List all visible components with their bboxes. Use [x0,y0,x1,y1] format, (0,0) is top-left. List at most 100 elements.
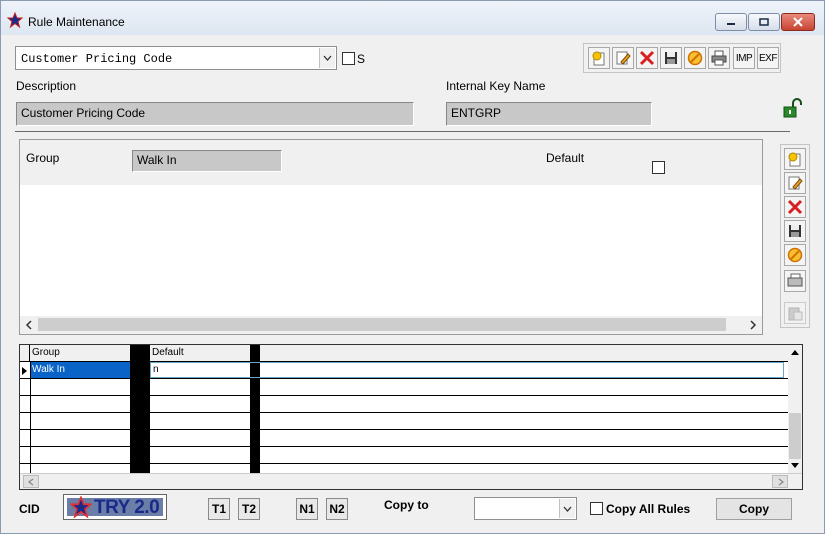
title-bar[interactable]: Rule Maintenance [1,1,824,35]
cid-label: CID [19,502,40,516]
rule-select-value: Customer Pricing Code [21,52,173,66]
export-button[interactable]: EXF [757,47,779,69]
detail-group-field[interactable]: Walk In [132,150,282,172]
current-row-icon [22,367,27,375]
table-row[interactable] [20,379,788,396]
detail-copy-button[interactable] [784,270,806,292]
new-icon [788,152,801,167]
scroll-down-icon[interactable] [790,462,800,470]
save-icon [665,52,677,64]
logo: TRY 2.0 [63,494,167,520]
maximize-button[interactable] [748,13,780,31]
delete-icon [639,50,655,66]
delete-record-button[interactable] [636,47,658,69]
edit-icon [788,176,803,190]
detail-cancel-button[interactable] [784,244,806,266]
n2-button[interactable]: N2 [326,498,348,520]
detail-panel: Group Walk In Default [19,139,763,335]
table-row[interactable] [20,430,788,447]
paste-icon [788,307,803,321]
table-row[interactable]: Walk In n [20,362,788,379]
star-logo-icon [70,496,92,518]
grid-vscroll-thumb[interactable] [789,413,801,459]
rule-select-dropdown[interactable] [319,48,335,68]
s-checkbox[interactable] [342,52,355,65]
t2-button[interactable]: T2 [238,498,260,520]
t1-button[interactable]: T1 [208,498,230,520]
grid-hscroll-right[interactable] [772,475,788,488]
new-record-button[interactable] [588,47,610,69]
copy-all-rules-checkbox[interactable] [590,502,603,515]
star-app-icon [7,12,23,28]
grid-row-indicator-header [20,345,30,362]
edit-icon [616,51,631,65]
detail-group-label: Group [26,151,60,165]
copy-all-rules-label: Copy All Rules [606,502,691,516]
new-icon [592,51,605,66]
copy-to-label: Copy to [384,498,429,512]
cancel-icon [787,247,803,263]
rule-maintenance-window: Rule Maintenance Customer Pricing Code S [0,0,825,534]
detail-hscrollbar[interactable] [20,316,762,334]
table-row[interactable] [20,396,788,413]
grid-col-default[interactable]: Default [152,347,184,358]
scroll-right-icon[interactable] [748,320,758,330]
export-label: EXF [759,52,777,64]
detail-new-button[interactable] [784,148,806,170]
edit-record-button[interactable] [612,47,634,69]
logo-text: TRY 2.0 [94,497,160,518]
detail-delete-button[interactable] [784,196,806,218]
copy-to-select[interactable] [474,497,577,520]
s-checkbox-label: S [357,52,366,66]
save-record-button[interactable] [660,47,682,69]
chevron-down-icon [563,506,572,512]
minimize-button[interactable] [715,13,747,31]
n1-button[interactable]: N1 [296,498,318,520]
scroll-up-icon[interactable] [790,348,800,356]
copy-icon [787,273,803,287]
chevron-down-icon [323,55,332,61]
scroll-left-icon[interactable] [24,320,34,330]
grid-vscrollbar[interactable] [788,345,802,473]
table-row[interactable] [20,447,788,464]
grid-indicator-divider [30,362,31,473]
rules-grid: Group Default Walk In n [19,344,803,490]
cancel-icon [687,50,703,66]
copy-to-dropdown[interactable] [559,499,575,518]
grid-cell-default[interactable]: n [150,362,784,378]
import-button[interactable]: IMP [733,47,755,69]
close-icon [793,17,803,27]
internal-key-field[interactable]: ENTGRP [446,102,652,126]
unlock-button[interactable] [781,97,803,119]
window-title: Rule Maintenance [28,15,125,29]
detail-paste-button[interactable] [784,302,806,324]
close-button[interactable] [781,13,815,31]
detail-edit-button[interactable] [784,172,806,194]
rule-select[interactable]: Customer Pricing Code [15,46,337,70]
grid-col-group[interactable]: Group [32,347,60,358]
grid-body: Walk In n [20,362,788,473]
print-button[interactable] [708,47,730,69]
detail-scroll-thumb[interactable] [38,318,726,331]
cancel-record-button[interactable] [684,47,706,69]
scroll-left-icon [27,478,34,486]
minimize-icon [727,23,735,25]
grid-hscroll-left[interactable] [23,475,39,488]
detail-default-checkbox[interactable] [652,161,665,174]
grid-cell-group[interactable]: Walk In [30,362,130,378]
printer-icon [711,50,727,66]
separator-line [15,131,790,132]
description-field[interactable]: Customer Pricing Code [16,102,414,126]
maximize-icon [759,18,769,26]
save-icon [789,225,801,237]
detail-default-label: Default [546,151,585,165]
description-label: Description [16,79,77,93]
internal-key-label: Internal Key Name [446,79,546,93]
grid-hscrollbar[interactable] [20,473,802,489]
import-label: IMP [735,52,753,64]
copy-button[interactable]: Copy [716,498,792,520]
delete-icon [787,199,803,215]
unlock-icon [783,98,802,118]
table-row[interactable] [20,413,788,430]
detail-save-button[interactable] [784,220,806,242]
